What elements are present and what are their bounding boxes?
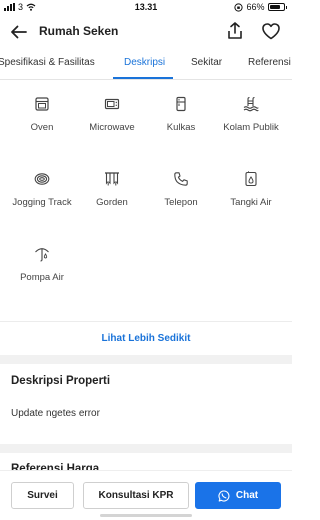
back-arrow-icon[interactable] [9, 22, 29, 42]
page-title: Rumah Seken [39, 24, 119, 38]
bottom-action-bar: Survei Konsultasi KPR Chat [0, 470, 292, 520]
microwave-icon [104, 98, 120, 110]
chat-button-label: Chat [235, 490, 259, 501]
description-title: Deskripsi Properti [11, 375, 111, 387]
survei-button[interactable]: Survei [11, 482, 74, 509]
battery-icon [267, 3, 285, 11]
home-indicator [100, 514, 192, 517]
facility-label: Kolam Publik [223, 122, 279, 133]
facility-jogging-track: Jogging Track [2, 171, 82, 210]
status-right: 66% [234, 2, 287, 12]
facility-label: Gorden [96, 197, 128, 208]
orientation-lock-icon [234, 2, 244, 12]
facility-telepon: Telepon [141, 171, 221, 210]
phone-icon [174, 172, 188, 186]
facility-label: Microwave [89, 122, 135, 133]
facility-oven: Oven [2, 96, 82, 135]
heart-icon[interactable] [260, 20, 282, 42]
status-bar: 3 13.31 66% [0, 0, 292, 16]
facility-label: Oven [30, 122, 54, 133]
facility-gorden: Gorden [72, 171, 152, 210]
facility-tangki-air: Tangki Air [211, 171, 291, 210]
facility-label: Kulkas [166, 122, 196, 133]
facility-kulkas: Kulkas [141, 96, 221, 135]
battery-cap [285, 5, 287, 9]
facility-label: Tangki Air [230, 197, 272, 208]
facility-label: Pompa Air [20, 272, 64, 283]
active-tab-indicator [113, 77, 173, 79]
fridge-icon [176, 96, 186, 112]
chat-button[interactable]: Chat [195, 482, 281, 509]
battery-percent: 66% [246, 2, 265, 12]
facility-label: Jogging Track [12, 197, 72, 208]
facility-pompa-air: Pompa Air [2, 246, 82, 285]
tab-referensi[interactable]: Referensi [248, 57, 291, 68]
facility-kolam-publik: Kolam Publik [211, 96, 291, 135]
description-text: Update ngetes error [11, 408, 100, 419]
water-pump-icon [35, 248, 49, 262]
facility-microwave: Microwave [72, 96, 152, 135]
pool-icon [243, 96, 259, 112]
section-divider [0, 355, 292, 364]
app-header: Rumah Seken [0, 16, 292, 48]
whatsapp-icon [218, 489, 230, 502]
tab-sekitar[interactable]: Sekitar [191, 57, 222, 68]
curtain-icon [105, 172, 119, 186]
share-icon[interactable] [224, 20, 246, 42]
water-tank-icon [245, 171, 257, 187]
tab-bar: Spesifikasi & Fasilitas Deskripsi Sekita… [0, 48, 292, 80]
section-divider [0, 444, 292, 453]
show-less-link[interactable]: Lihat Lebih Sedikit [0, 321, 292, 355]
oven-icon [35, 97, 49, 111]
facility-label: Telepon [164, 197, 198, 208]
jogging-track-icon [34, 173, 50, 185]
tab-spesifikasi[interactable]: Spesifikasi & Fasilitas [0, 57, 95, 68]
tab-deskripsi[interactable]: Deskripsi [124, 57, 165, 68]
konsultasi-kpr-button[interactable]: Konsultasi KPR [83, 482, 189, 509]
